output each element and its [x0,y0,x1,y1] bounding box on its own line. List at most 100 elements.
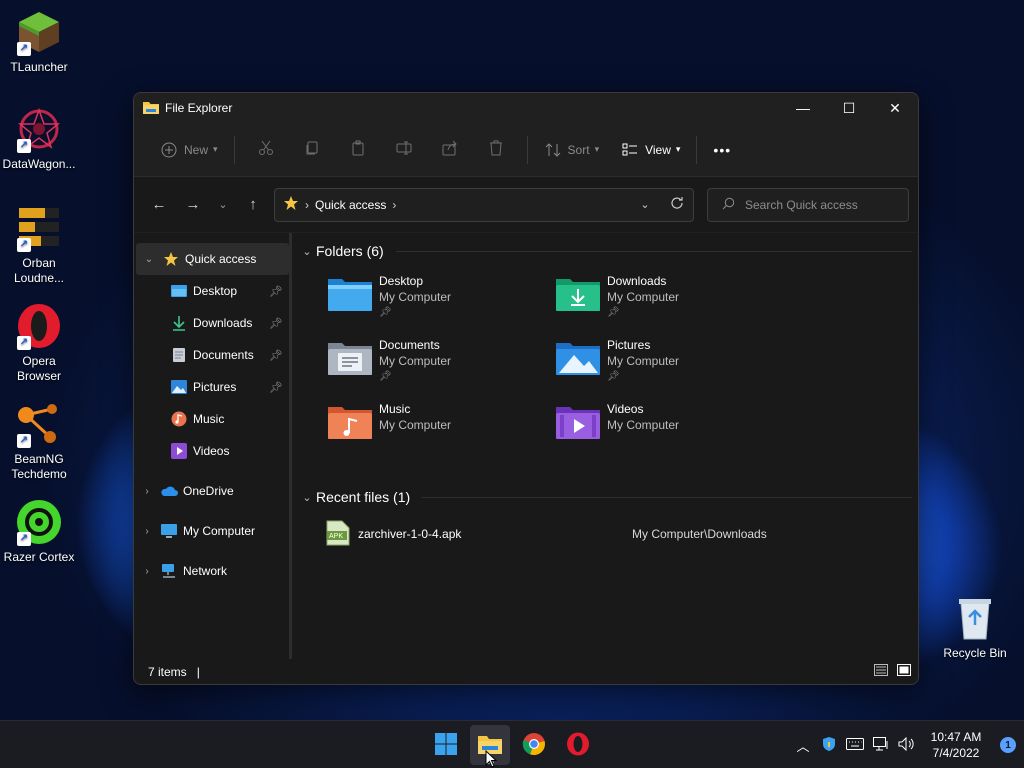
taskbar-opera[interactable] [558,725,598,765]
cut-button[interactable] [250,134,282,166]
nav-item-label: Pictures [193,380,237,394]
paste-button[interactable] [342,134,374,166]
touch-keyboard-button[interactable] [842,725,868,765]
new-label: New [184,142,209,157]
computer-icon [160,522,178,540]
sort-button[interactable]: Sort ▾ [536,134,608,166]
start-button[interactable] [426,725,466,765]
nav-item-label: Desktop [193,284,238,298]
recent-locations-button[interactable]: ⌄ [210,189,236,221]
minimize-button[interactable]: — [780,93,826,123]
toolbar-separator [696,135,698,164]
navigation-pane-scrollbar[interactable] [289,233,291,661]
clock[interactable]: 10:47 AM 7/4/2022 [920,729,992,761]
datawagon-icon: ↗ [15,105,63,153]
new-button[interactable]: New ▾ [152,134,226,166]
breadcrumb-quick-access[interactable]: Quick access [315,198,386,212]
notification-center-button[interactable]: 1 [992,737,1024,753]
expand-chevron-icon[interactable]: ⌄ [136,254,162,265]
up-button[interactable]: ↑ [236,189,270,221]
windows-security-button[interactable] [816,725,842,765]
arrow-up-icon: ↑ [249,196,257,213]
refresh-button[interactable] [661,190,693,220]
document-icon [170,346,188,364]
documents-folder-icon [328,339,372,377]
desktop-icon-tlauncher[interactable]: ↗ TLauncher [0,8,78,75]
details-view-button[interactable] [871,663,891,681]
large-icons-view-button[interactable] [894,663,914,681]
search-input[interactable] [745,197,895,212]
details-view-icon [874,664,888,679]
clipboard-icon [350,140,366,159]
title-bar[interactable]: File Explorer — ☐ ✕ [134,93,918,123]
volume-button[interactable] [894,725,920,765]
window-title: File Explorer [165,101,233,115]
folder-tile-videos[interactable]: Videos My Computer [556,397,784,461]
taskbar-chrome[interactable] [514,725,554,765]
expand-chevron-icon[interactable]: › [134,526,160,537]
folder-tile-music[interactable]: Music My Computer [328,397,556,461]
command-bar: New ▾ Sort ▾ View ▾ ••• [134,123,918,177]
desktop-icon-razer-cortex[interactable]: ↗ Razer Cortex [0,498,78,565]
expand-chevron-icon[interactable]: › [134,566,160,577]
nav-item-quick-access[interactable]: ⌄ Quick access [136,243,289,275]
folder-tile-downloads[interactable]: Downloads My Computer 📌︎ [556,269,784,333]
desktop-icon-opera[interactable]: ↗ Opera Browser [0,302,78,384]
desktop-icon-label: Razer Cortex [3,550,75,564]
folder-tile-pictures[interactable]: Pictures My Computer 📌︎ [556,333,784,397]
desktop-icon-datawagon[interactable]: ↗ DataWagon... [0,105,78,172]
nav-item-pictures[interactable]: Pictures 📌︎ [134,371,291,403]
folder-tile-documents[interactable]: Documents My Computer 📌︎ [328,333,556,397]
folder-location: My Computer [379,354,452,368]
close-button[interactable]: ✕ [872,93,918,123]
nav-item-onedrive[interactable]: › OneDrive [134,475,291,507]
share-button[interactable] [434,134,466,166]
folder-location: My Computer [379,290,452,304]
show-hidden-icons-button[interactable]: ︿ [790,725,816,765]
desktop-icon-orban[interactable]: ↗ Orban Loudne... [0,204,78,286]
group-divider [422,496,912,498]
status-separator: | [196,664,200,679]
search-box[interactable] [707,187,909,222]
recent-files-group-header[interactable]: ⌄ Recent files (1) [298,485,918,509]
network-status-button[interactable] [868,725,894,765]
pin-icon: 📌︎ [607,371,620,382]
address-history-button[interactable]: ⌄ [629,190,661,220]
pin-icon: 📌︎ [269,349,283,362]
forward-button[interactable]: → [176,189,210,221]
collapse-chevron-icon[interactable]: ⌄ [298,245,316,258]
notification-badge: 1 [1000,737,1016,753]
back-button[interactable]: ← [142,189,176,221]
nav-item-music[interactable]: Music [134,403,291,435]
orban-loudness-meter-icon: ↗ [15,204,63,252]
nav-item-documents[interactable]: Documents 📌︎ [134,339,291,371]
folder-tile-desktop[interactable]: Desktop My Computer 📌︎ [328,269,556,333]
nav-item-label: My Computer [183,524,256,538]
folder-location: My Computer [607,290,680,304]
folder-location: My Computer [379,418,452,432]
collapse-chevron-icon[interactable]: ⌄ [298,491,316,504]
desktop-icon-recycle-bin[interactable]: Recycle Bin [936,594,1014,661]
expand-chevron-icon[interactable]: › [134,486,160,497]
network-icon [160,562,178,580]
delete-button[interactable] [480,134,512,166]
rename-button[interactable] [388,134,420,166]
recent-file-row[interactable]: APK zarchiver-1-0-4.apk My Computer\Down… [298,519,918,549]
nav-item-videos[interactable]: Videos [134,435,291,467]
see-more-button[interactable]: ••• [705,134,739,166]
nav-item-my-computer[interactable]: › My Computer [134,515,291,547]
view-button[interactable]: View ▾ [613,134,688,166]
copy-icon [304,140,320,159]
desktop-icon-beamng[interactable]: ↗ BeamNG Techdemo [0,400,78,482]
address-bar[interactable]: › Quick access › ⌄ [274,187,694,222]
nav-item-label: Downloads [193,316,253,330]
nav-item-desktop[interactable]: Desktop 📌︎ [134,275,291,307]
maximize-button[interactable]: ☐ [826,93,872,123]
copy-button[interactable] [296,134,328,166]
folders-group-header[interactable]: ⌄ Folders (6) [298,239,918,263]
folder-name: Documents [379,338,440,352]
nav-item-downloads[interactable]: Downloads 📌︎ [134,307,291,339]
folder-name: Pictures [607,338,651,352]
nav-item-network[interactable]: › Network [134,555,291,587]
folder-name: Videos [607,402,644,416]
